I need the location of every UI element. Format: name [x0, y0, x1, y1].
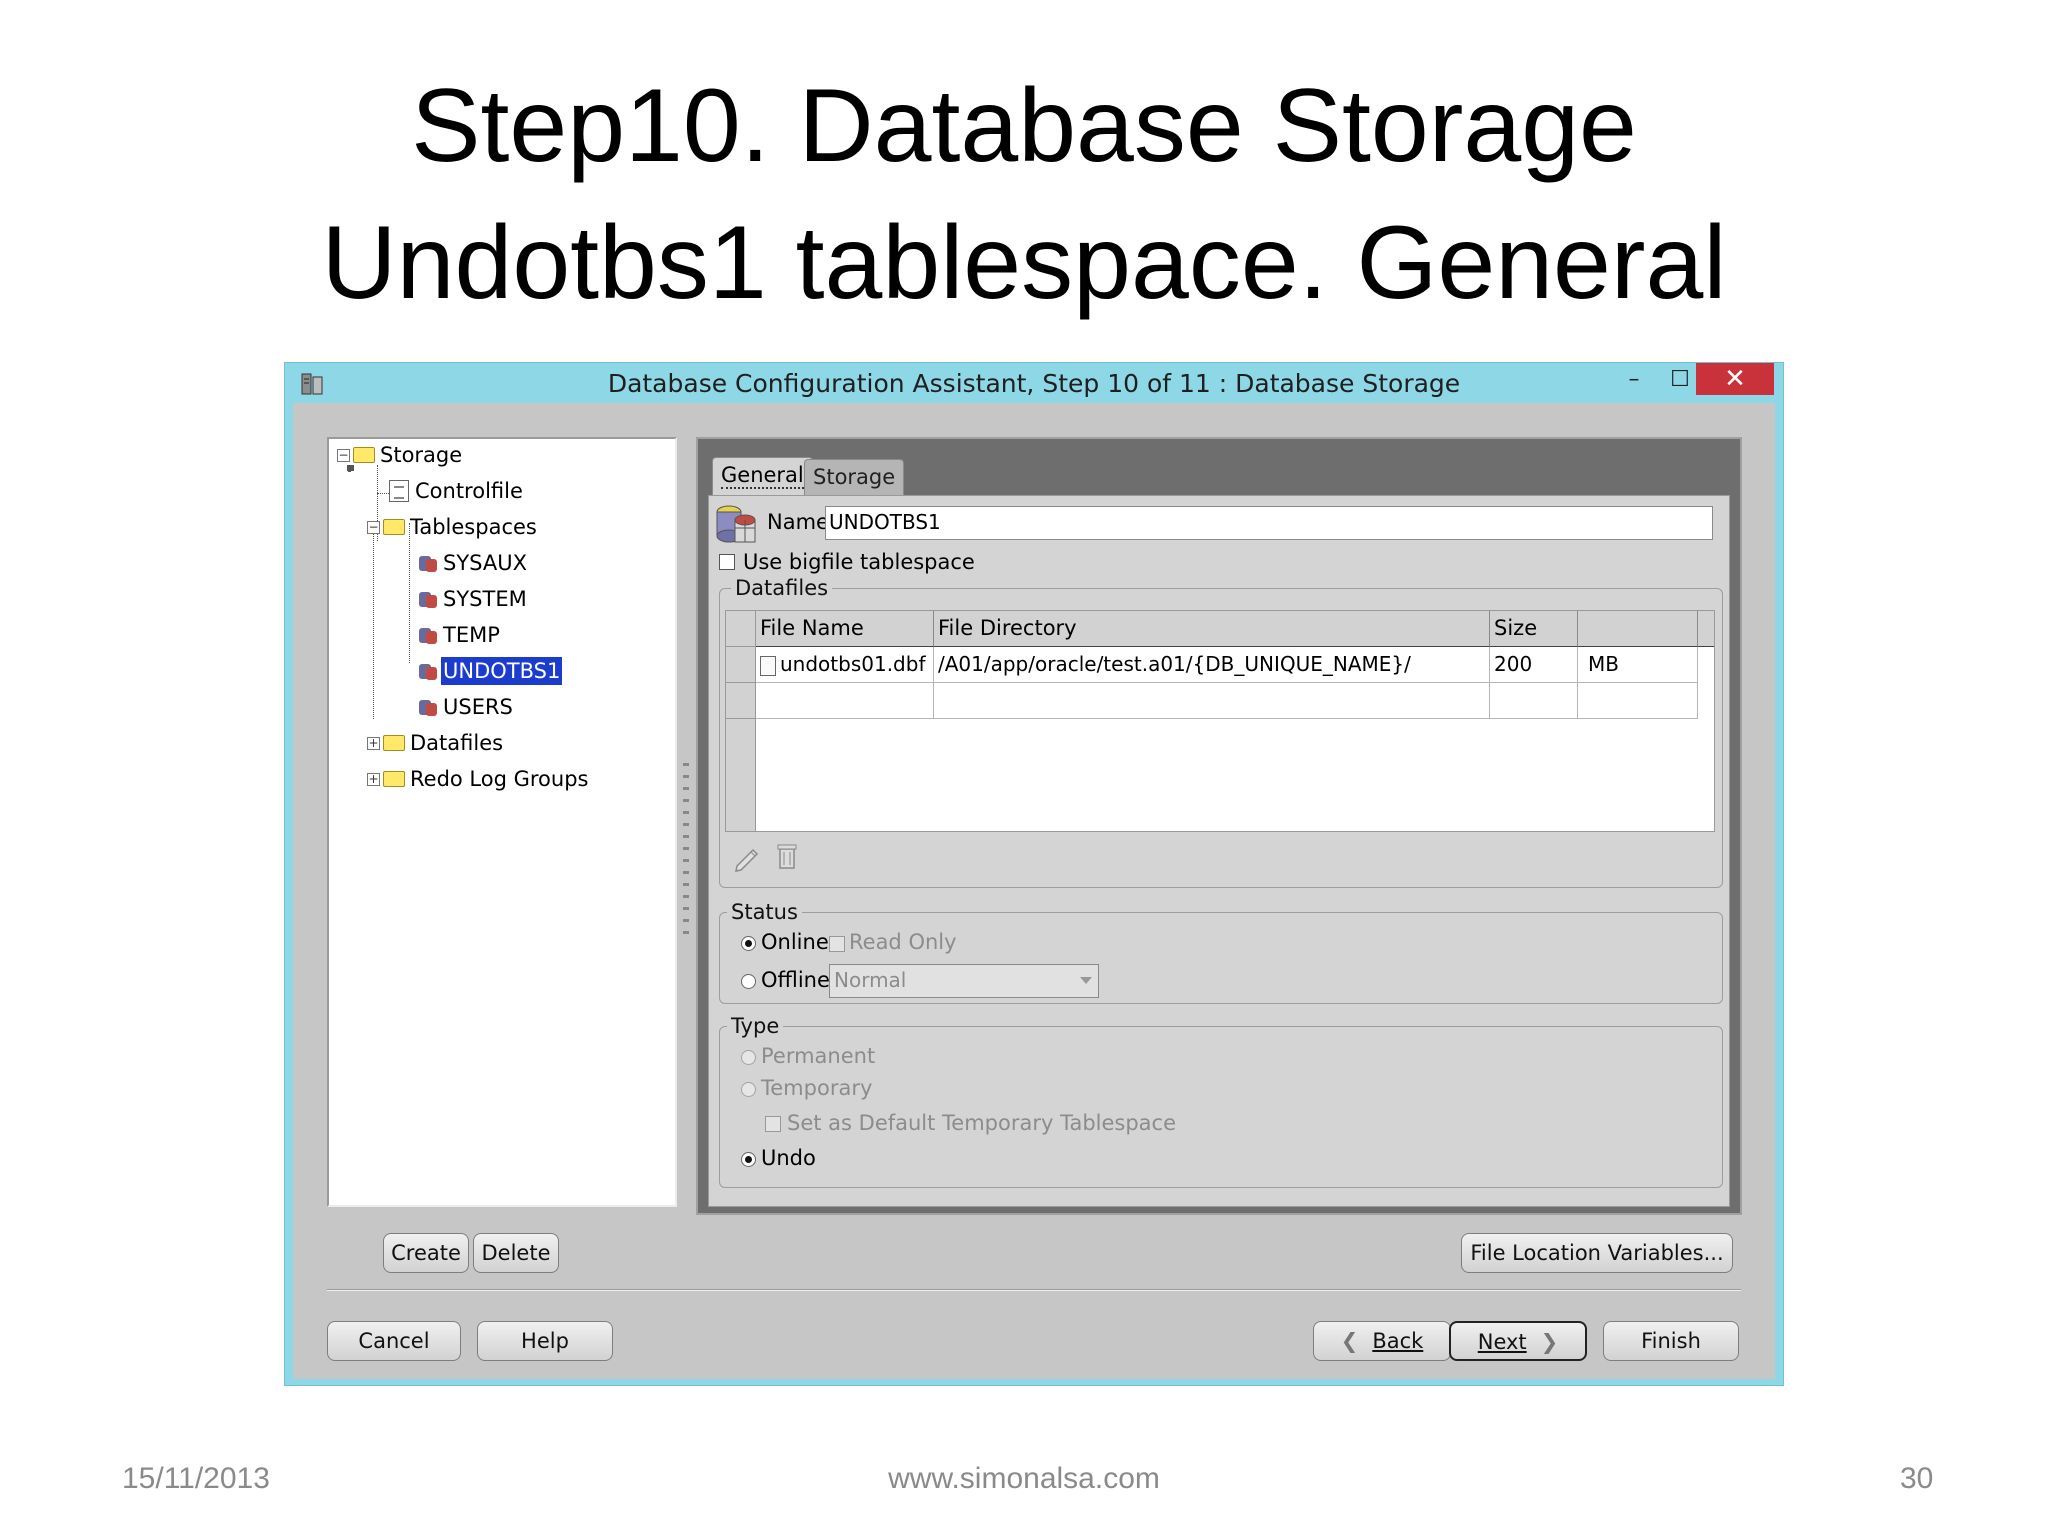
- help-button[interactable]: Help: [477, 1321, 613, 1361]
- folder-icon: [353, 447, 375, 463]
- panel-splitter[interactable]: [683, 763, 689, 943]
- read-only-label: Read Only: [849, 930, 957, 954]
- expand-icon[interactable]: +: [367, 736, 380, 750]
- folder-icon: [383, 519, 405, 535]
- datafiles-group-label: Datafiles: [731, 576, 833, 600]
- file-icon: [760, 655, 776, 676]
- controlfile-icon: [389, 480, 409, 502]
- window-client: − Storage Controlfile − Tablespaces SYSA…: [293, 403, 1775, 1379]
- tree-node-system[interactable]: SYSTEM: [417, 585, 529, 613]
- column-header-file-name[interactable]: File Name: [756, 611, 934, 647]
- offline-radio[interactable]: [741, 974, 756, 989]
- dbca-window: Database Configuration Assistant, Step 1…: [284, 362, 1784, 1386]
- chevron-right-icon: ❯: [1540, 1330, 1559, 1354]
- tab-general[interactable]: General: [712, 457, 813, 495]
- tree-node-undotbs1[interactable]: UNDOTBS1: [417, 656, 564, 686]
- next-button[interactable]: Next ❯: [1449, 1321, 1587, 1361]
- tree-node-datafiles[interactable]: + Datafiles: [367, 729, 505, 757]
- tablespace-icon: [417, 553, 439, 573]
- cell-size[interactable]: 200: [1490, 647, 1578, 683]
- tablespace-icon: [417, 697, 439, 717]
- bigfile-label: Use bigfile tablespace: [743, 550, 975, 574]
- status-group-label: Status: [727, 900, 802, 924]
- chevron-down-icon: [1080, 977, 1092, 984]
- temporary-radio[interactable]: [741, 1082, 756, 1097]
- footer-separator: [327, 1289, 1741, 1291]
- collapse-icon[interactable]: −: [367, 520, 380, 534]
- tablespace-icon: [417, 625, 439, 645]
- offline-mode-select[interactable]: Normal: [829, 964, 1099, 998]
- default-temp-checkbox[interactable]: [765, 1116, 781, 1132]
- tree-node-sysaux[interactable]: SYSAUX: [417, 549, 529, 577]
- online-label: Online: [761, 930, 829, 954]
- finish-button[interactable]: Finish: [1603, 1321, 1739, 1361]
- back-button[interactable]: ❮ Back: [1313, 1321, 1451, 1361]
- storage-tree[interactable]: − Storage Controlfile − Tablespaces SYSA…: [327, 437, 677, 1207]
- permanent-radio[interactable]: [741, 1050, 756, 1065]
- create-button[interactable]: Create: [383, 1233, 469, 1273]
- footer-website: www.simonalsa.com: [888, 1462, 1160, 1495]
- minimize-button[interactable]: –: [1612, 363, 1656, 395]
- undo-radio[interactable]: [741, 1152, 756, 1167]
- tablespace-icon: [417, 589, 439, 609]
- name-field[interactable]: UNDOTBS1: [825, 506, 1713, 540]
- type-group-label: Type: [727, 1014, 784, 1038]
- edit-pencil-icon[interactable]: [731, 842, 763, 874]
- window-titlebar[interactable]: Database Configuration Assistant, Step 1…: [285, 363, 1783, 403]
- slide-title-line2: Undotbs1 tablespace. General: [321, 205, 1727, 321]
- close-button[interactable]: ✕: [1696, 363, 1774, 395]
- window-title: Database Configuration Assistant, Step 1…: [607, 369, 1461, 398]
- table-row-empty[interactable]: [756, 683, 934, 719]
- general-tab-content: Name: UNDOTBS1 Use bigfile tablespace Da…: [708, 495, 1730, 1207]
- file-location-variables-button[interactable]: File Location Variables...: [1461, 1233, 1733, 1273]
- footer-page-number: 30: [1900, 1462, 1934, 1495]
- tree-node-storage[interactable]: − Storage: [337, 441, 464, 469]
- tree-node-redo-log-groups[interactable]: + Redo Log Groups: [367, 765, 590, 793]
- trash-icon[interactable]: [771, 840, 803, 872]
- tree-node-users[interactable]: USERS: [417, 693, 515, 721]
- tree-node-controlfile[interactable]: Controlfile: [389, 477, 525, 505]
- read-only-checkbox[interactable]: [829, 936, 845, 952]
- slide-title-line1: Step10. Database Storage: [411, 68, 1637, 184]
- delete-button[interactable]: Delete: [473, 1233, 559, 1273]
- temporary-label: Temporary: [761, 1076, 873, 1100]
- collapse-icon[interactable]: −: [337, 448, 350, 462]
- chevron-left-icon: ❮: [1340, 1329, 1359, 1353]
- online-radio[interactable]: [741, 936, 756, 951]
- default-temp-label: Set as Default Temporary Tablespace: [787, 1111, 1177, 1135]
- datafiles-table[interactable]: File Name File Directory Size undotbs01.…: [725, 610, 1715, 832]
- tablespace-detail-panel: General Storage Name: UNDOTBS1 Use bigfi…: [696, 437, 1742, 1215]
- cell-file-directory[interactable]: /A01/app/oracle/test.a01/{DB_UNIQUE_NAME…: [934, 647, 1490, 683]
- column-header-file-directory[interactable]: File Directory: [934, 611, 1490, 647]
- column-header-size[interactable]: Size: [1490, 611, 1578, 647]
- table-row[interactable]: undotbs01.dbf: [756, 647, 934, 683]
- undo-label: Undo: [761, 1146, 816, 1170]
- folder-icon: [383, 771, 405, 787]
- offline-label: Offline: [761, 968, 830, 992]
- tree-node-tablespaces[interactable]: − Tablespaces: [367, 513, 539, 541]
- cell-unit[interactable]: MB: [1578, 647, 1698, 683]
- expand-icon[interactable]: +: [367, 772, 380, 786]
- tree-node-temp[interactable]: TEMP: [417, 621, 502, 649]
- cancel-button[interactable]: Cancel: [327, 1321, 461, 1361]
- permanent-label: Permanent: [761, 1044, 876, 1068]
- tablespace-large-icon: [716, 505, 756, 543]
- tab-storage[interactable]: Storage: [804, 459, 905, 495]
- tablespace-icon: [417, 661, 439, 681]
- column-header-unit: [1578, 611, 1698, 647]
- folder-icon: [383, 735, 405, 751]
- bigfile-checkbox[interactable]: [719, 554, 735, 570]
